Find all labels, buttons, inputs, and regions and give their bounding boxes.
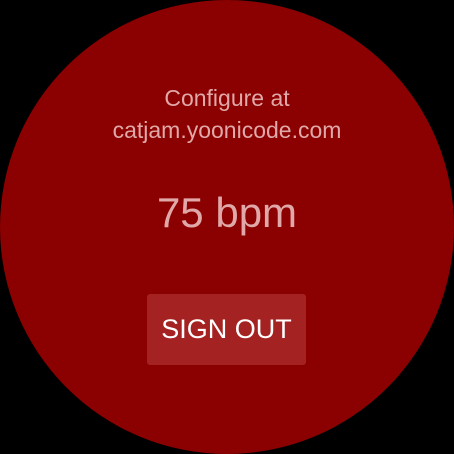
sign-out-button[interactable]: SIGN OUT [147,294,306,365]
bpm-display: 75 bpm [156,189,298,236]
configure-label: Configure at [164,85,290,111]
configure-url: catjam.yoonicode.com [112,117,342,143]
watch-face: Configure at catjam.yoonicode.com 75 bpm… [0,0,454,454]
